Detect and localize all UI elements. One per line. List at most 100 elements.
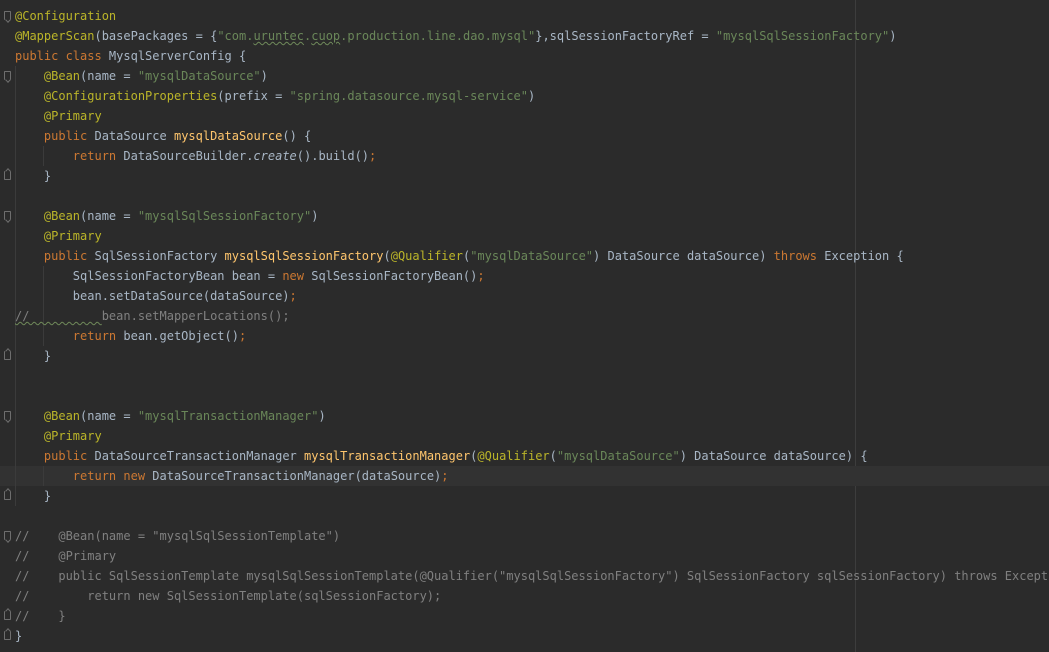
line-code: // public SqlSessionTemplate mysqlSqlSes… xyxy=(15,566,1049,586)
line-code: @Primary xyxy=(15,426,102,446)
code-line[interactable]: return new DataSourceTransactionManager(… xyxy=(0,466,1049,486)
code-line[interactable]: } xyxy=(0,486,1049,506)
code-token: create xyxy=(253,149,297,163)
line-code: public DataSource mysqlDataSource() { xyxy=(15,126,311,146)
indent-guide xyxy=(15,366,16,386)
code-line[interactable]: @ConfigurationProperties(prefix = "sprin… xyxy=(0,86,1049,106)
code-token: ) xyxy=(260,69,268,83)
code-token: bean.setMapperLocations(); xyxy=(101,309,290,323)
code-line[interactable]: @Bean(name = "mysqlSqlSessionFactory") xyxy=(0,206,1049,226)
code-token: public class xyxy=(15,49,109,63)
code-token: (name = xyxy=(80,209,138,223)
fold-start-icon[interactable] xyxy=(4,11,11,20)
code-token: // @Primary xyxy=(15,549,117,563)
code-token: @Configuration xyxy=(15,9,117,23)
line-code: return bean.getObject(); xyxy=(15,326,246,346)
code-line[interactable]: @Bean(name = "mysqlDataSource") xyxy=(0,66,1049,86)
code-line[interactable] xyxy=(0,506,1049,526)
code-line[interactable]: public class MysqlServerConfig { xyxy=(0,46,1049,66)
code-line[interactable]: // public SqlSessionTemplate mysqlSqlSes… xyxy=(0,566,1049,586)
fold-end-icon[interactable] xyxy=(4,491,11,500)
code-token: ) xyxy=(889,29,897,43)
code-token: },sqlSessionFactoryRef = xyxy=(535,29,716,43)
code-line[interactable] xyxy=(0,366,1049,386)
code-token: @Primary xyxy=(43,429,102,443)
code-token: // public SqlSessionTemplate mysqlSqlSes… xyxy=(15,569,1049,583)
code-token: (name = xyxy=(80,69,138,83)
fold-end-icon[interactable] xyxy=(4,631,11,640)
code-token: "mysqlSqlSessionFactory" xyxy=(715,29,890,43)
code-token: throws xyxy=(773,249,825,263)
code-token: @MapperScan xyxy=(15,29,95,43)
code-line[interactable]: // @Primary xyxy=(0,546,1049,566)
code-line[interactable]: @Primary xyxy=(0,226,1049,246)
line-code: public DataSourceTransactionManager mysq… xyxy=(15,446,868,466)
code-line[interactable] xyxy=(0,386,1049,406)
code-token: "mysqlTransactionManager" xyxy=(137,409,319,423)
fold-start-icon[interactable] xyxy=(4,71,11,80)
code-token: mysqlTransactionManager xyxy=(304,449,471,463)
code-token: // return new SqlSessionTemplate(sqlSess… xyxy=(15,589,442,603)
code-token: bean.getObject() xyxy=(123,329,239,343)
code-line[interactable]: public DataSourceTransactionManager mysq… xyxy=(0,446,1049,466)
code-token: return xyxy=(72,329,124,343)
code-line[interactable]: } xyxy=(0,166,1049,186)
code-token: (prefix = xyxy=(217,89,290,103)
code-line[interactable]: } xyxy=(0,346,1049,366)
indent-guide xyxy=(15,186,16,206)
code-line[interactable]: return bean.getObject(); xyxy=(0,326,1049,346)
code-token: .production.line.dao.mysql" xyxy=(340,29,536,43)
line-code: } xyxy=(15,346,51,366)
code-line[interactable]: SqlSessionFactoryBean bean = new SqlSess… xyxy=(0,266,1049,286)
code-token: } xyxy=(15,489,52,503)
code-line[interactable]: // @Bean(name = "mysqlSqlSessionTemplate… xyxy=(0,526,1049,546)
code-editor[interactable]: @Configuration @MapperScan(basePackages =… xyxy=(0,0,1049,652)
code-token: ( xyxy=(549,449,557,463)
code-line[interactable]: // } xyxy=(0,606,1049,626)
code-token: @Bean xyxy=(43,209,81,223)
code-line[interactable]: @MapperScan(basePackages = {"com.uruntec… xyxy=(0,26,1049,46)
line-code: bean.setDataSource(dataSource); xyxy=(15,286,297,306)
code-token: DataSourceTransactionManager(dataSource) xyxy=(152,469,442,483)
line-code: return DataSourceBuilder.create().build(… xyxy=(15,146,376,166)
code-line[interactable]: @Primary xyxy=(0,106,1049,126)
line-code: } xyxy=(15,626,22,646)
code-line[interactable]: // bean.setMapperLocations(); xyxy=(0,306,1049,326)
code-token: SqlSessionFactoryBean bean = xyxy=(15,269,283,283)
code-line[interactable]: public DataSource mysqlDataSource() { xyxy=(0,126,1049,146)
fold-end-icon[interactable] xyxy=(4,611,11,620)
line-code: @Primary xyxy=(15,226,102,246)
code-token: ) xyxy=(318,409,326,423)
code-token: @Primary xyxy=(43,229,102,243)
line-code: public class MysqlServerConfig { xyxy=(15,46,246,66)
fold-start-icon[interactable] xyxy=(4,531,11,540)
code-line[interactable] xyxy=(0,186,1049,206)
code-line[interactable]: bean.setDataSource(dataSource); xyxy=(0,286,1049,306)
code-line[interactable]: } xyxy=(0,626,1049,646)
code-token: "spring.datasource.mysql-service" xyxy=(289,89,528,103)
code-token: "mysqlDataSource" xyxy=(137,69,261,83)
code-token: SqlSessionFactoryBean() xyxy=(311,269,478,283)
code-token: ) xyxy=(527,89,536,103)
code-token: } xyxy=(15,349,52,363)
code-line[interactable]: @Primary xyxy=(0,426,1049,446)
fold-end-icon[interactable] xyxy=(4,351,11,360)
line-code: } xyxy=(15,486,51,506)
code-token: DataSourceTransactionManager xyxy=(94,449,304,463)
code-line[interactable]: @Bean(name = "mysqlTransactionManager") xyxy=(0,406,1049,426)
fold-end-icon[interactable] xyxy=(4,171,11,180)
line-code: @ConfigurationProperties(prefix = "sprin… xyxy=(15,86,535,106)
code-line[interactable]: public SqlSessionFactory mysqlSqlSession… xyxy=(0,246,1049,266)
fold-start-icon[interactable] xyxy=(4,211,11,220)
code-token: bean.setDataSource(dataSource) xyxy=(15,289,290,303)
code-line[interactable]: return DataSourceBuilder.create().build(… xyxy=(0,146,1049,166)
fold-start-icon[interactable] xyxy=(4,411,11,420)
code-token: return new xyxy=(72,469,153,483)
code-token: @Primary xyxy=(43,109,102,123)
code-line[interactable]: // return new SqlSessionTemplate(sqlSess… xyxy=(0,586,1049,606)
code-line[interactable]: @Configuration xyxy=(0,6,1049,26)
